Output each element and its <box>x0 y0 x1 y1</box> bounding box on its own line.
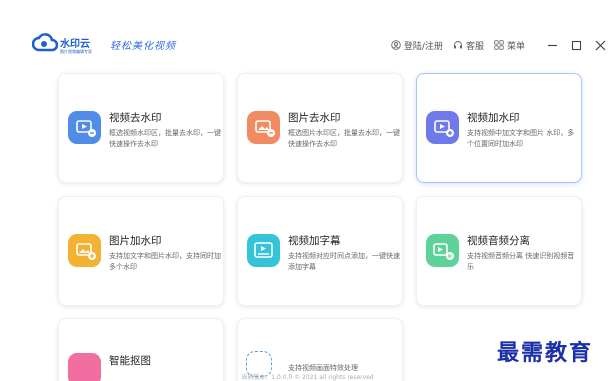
card-title: 视频加字幕 <box>288 235 341 247</box>
card-video-audio-split[interactable]: 视频音频分离 支持视频音频分离 快速识别视频音乐 <box>416 196 582 306</box>
card-desc: 框选图片水印区，批量去水印，一键快速操作去水印 <box>288 129 400 148</box>
card-desc: 框选视频水印区，批量去水印，一键快速操作去水印 <box>109 129 221 148</box>
video-subtitle-icon <box>247 234 280 267</box>
card-image-remove-watermark[interactable]: 图片去水印 框选图片水印区，批量去水印，一键快速操作去水印 <box>237 73 403 183</box>
card-title: 图片去水印 <box>288 112 341 124</box>
image-add-watermark-icon <box>68 234 101 267</box>
video-add-watermark-icon <box>426 111 459 144</box>
card-video-add-watermark[interactable]: 视频加水印 支持视频中加文字和图片 水印，多个位置同时加水印 <box>416 73 582 183</box>
card-desc: 支持视频音频分离 快速识别视频音乐 <box>467 252 575 271</box>
watermark-text: 最需教育 <box>497 340 594 366</box>
card-desc: 支持加文字和图片水印，支持同时加多个水印 <box>109 252 221 271</box>
card-video-add-subtitle[interactable]: 视频加字幕 支持视频对应时间点添加，一键快速添加字幕 <box>237 196 403 306</box>
audio-split-icon <box>426 234 459 267</box>
card-title: 视频加水印 <box>467 112 520 124</box>
card-title: 视频音频分离 <box>467 235 530 247</box>
card-title: 图片加水印 <box>109 235 162 247</box>
card-desc: 支持视频中加文字和图片 水印，多个位置同时加水印 <box>467 129 575 148</box>
image-remove-watermark-icon <box>247 111 280 144</box>
feature-grid: 视频去水印 框选视频水印区，批量去水印，一键快速操作去水印 图片去水印 框选图片… <box>0 0 615 381</box>
card-desc: 支持视频对应时间点添加，一键快速添加字幕 <box>288 252 400 271</box>
card-title: 视频去水印 <box>109 112 162 124</box>
footer-text: 当前版本：1.0.0.0 © 2021 all rights reserved <box>241 374 374 381</box>
card-video-remove-watermark[interactable]: 视频去水印 框选视频水印区，批量去水印，一键快速操作去水印 <box>58 73 224 183</box>
card-image-add-watermark[interactable]: 图片加水印 支持加文字和图片水印，支持同时加多个水印 <box>58 196 224 306</box>
video-remove-watermark-icon <box>68 111 101 144</box>
card-title: 智能抠图 <box>109 355 151 367</box>
